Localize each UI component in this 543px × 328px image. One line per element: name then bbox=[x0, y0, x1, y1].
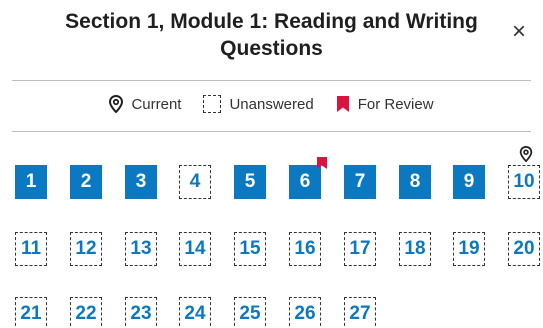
question-button-27[interactable]: 27 bbox=[344, 297, 376, 328]
question-button-23[interactable]: 23 bbox=[125, 297, 157, 328]
question-button-11[interactable]: 11 bbox=[15, 232, 47, 266]
question-button-21[interactable]: 21 bbox=[15, 297, 47, 328]
question-button-5[interactable]: 5 bbox=[234, 165, 266, 199]
question-button-2[interactable]: 2 bbox=[70, 165, 102, 199]
legend-current-label: Current bbox=[131, 95, 182, 113]
dashed-box-icon bbox=[203, 95, 222, 113]
question-button-16[interactable]: 16 bbox=[289, 232, 321, 266]
panel-title-line2: Questions bbox=[220, 37, 323, 60]
question-button-3[interactable]: 3 bbox=[125, 165, 157, 199]
question-button-12[interactable]: 12 bbox=[70, 232, 102, 266]
divider-bottom bbox=[12, 131, 531, 132]
question-button-14[interactable]: 14 bbox=[179, 232, 211, 266]
question-button-19[interactable]: 19 bbox=[453, 232, 485, 266]
review-flag-icon bbox=[317, 157, 327, 169]
panel-title: Section 1, Module 1: Reading and Writing… bbox=[40, 8, 503, 62]
current-location-pin-icon bbox=[519, 146, 533, 162]
question-button-6[interactable]: 6 bbox=[289, 157, 327, 199]
question-button-25[interactable]: 25 bbox=[234, 297, 266, 328]
question-button-8[interactable]: 8 bbox=[399, 165, 431, 199]
question-button-9[interactable]: 9 bbox=[453, 165, 485, 199]
question-button-22[interactable]: 22 bbox=[70, 297, 102, 328]
legend-unanswered: Unanswered bbox=[203, 95, 314, 113]
question-button-13[interactable]: 13 bbox=[125, 232, 157, 266]
legend-review-label: For Review bbox=[357, 95, 434, 113]
question-button-24[interactable]: 24 bbox=[179, 297, 211, 328]
panel-title-line1: Section 1, Module 1: Reading and Writing bbox=[65, 10, 478, 33]
question-button-4[interactable]: 4 bbox=[179, 165, 211, 199]
question-button-15[interactable]: 15 bbox=[234, 232, 266, 266]
bookmark-flag-icon bbox=[336, 96, 349, 112]
legend-current: Current bbox=[109, 95, 181, 113]
question-navigator-panel: Section 1, Module 1: Reading and Writing… bbox=[0, 0, 543, 328]
divider-top bbox=[12, 80, 531, 81]
legend: Current Unanswered For Review bbox=[0, 95, 543, 113]
location-pin-icon bbox=[109, 95, 124, 113]
question-button-20[interactable]: 20 bbox=[508, 232, 540, 266]
question-button-7[interactable]: 7 bbox=[344, 165, 376, 199]
question-button-17[interactable]: 17 bbox=[344, 232, 376, 266]
question-button-10[interactable]: 10 bbox=[508, 146, 540, 199]
question-button-1[interactable]: 1 bbox=[15, 165, 47, 199]
question-button-26[interactable]: 26 bbox=[289, 297, 321, 328]
legend-review: For Review bbox=[336, 95, 434, 113]
question-button-18[interactable]: 18 bbox=[399, 232, 431, 266]
close-icon[interactable]: × bbox=[507, 20, 531, 44]
legend-unanswered-label: Unanswered bbox=[229, 95, 314, 113]
